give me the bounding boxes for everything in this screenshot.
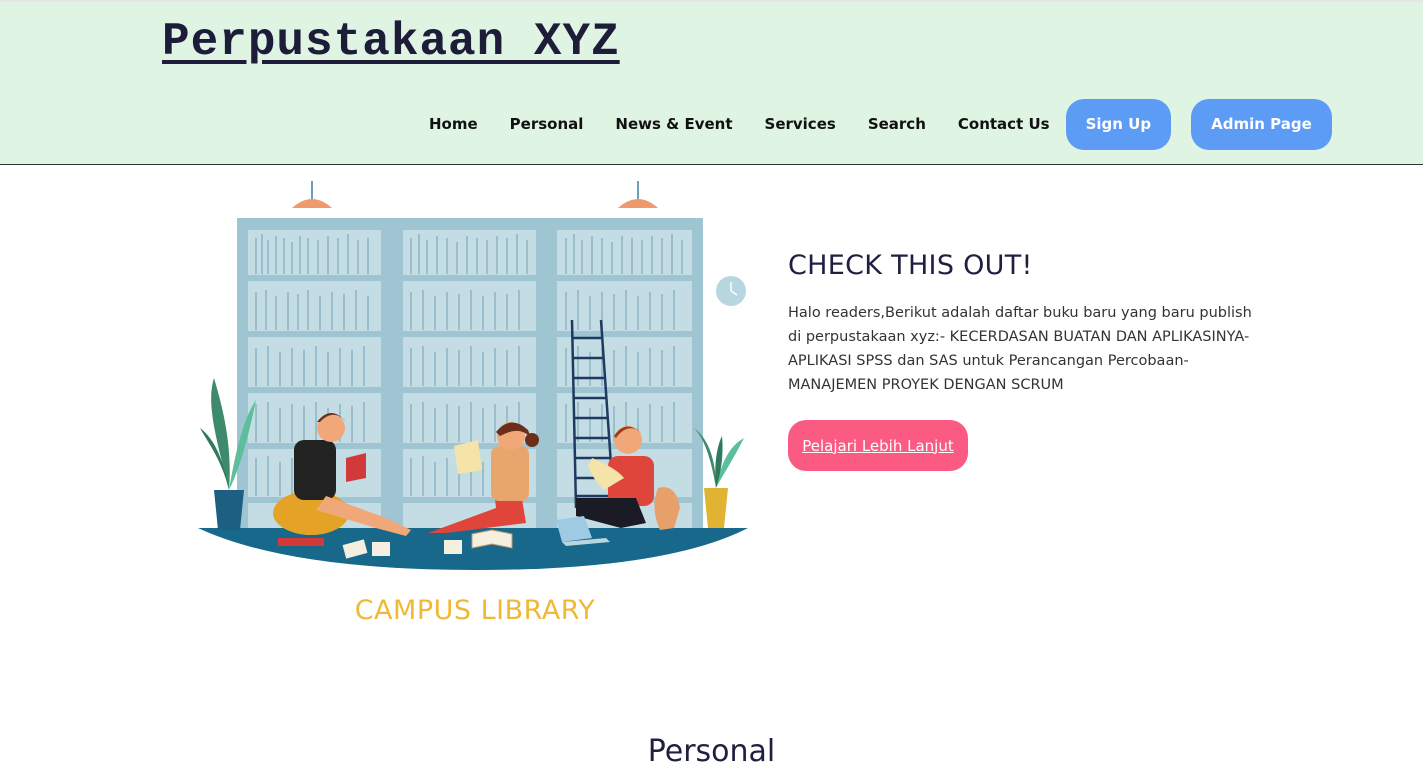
nav-personal[interactable]: Personal (494, 115, 600, 133)
personal-section-title: Personal (647, 734, 776, 769)
sign-up-button[interactable]: Sign Up (1065, 98, 1172, 150)
hero-content: CHECK THIS OUT! Halo readers,Berikut ada… (788, 250, 1268, 397)
learn-more-button[interactable]: Pelajari Lebih Lanjut (788, 420, 968, 471)
nav-search[interactable]: Search (852, 115, 942, 133)
hero-title: CHECK THIS OUT! (788, 250, 1033, 281)
main-nav: Home Personal News & Event Services Sear… (413, 98, 1332, 150)
illustration-caption: CAMPUS LIBRARY (355, 595, 596, 626)
wall-clock-icon (716, 276, 746, 306)
nav-services[interactable]: Services (749, 115, 852, 133)
nav-home[interactable]: Home (413, 115, 494, 133)
nav-contact-us[interactable]: Contact Us (942, 115, 1066, 133)
nav-news-event[interactable]: News & Event (599, 115, 748, 133)
ceiling-lamp-left-icon (292, 181, 332, 208)
site-brand[interactable]: Perpustakaan XYZ (162, 16, 620, 68)
admin-page-button[interactable]: Admin Page (1191, 98, 1332, 150)
ceiling-lamp-right-icon (618, 181, 658, 208)
campus-library-illustration: CAMPUS LIBRARY (198, 181, 748, 626)
hero-description: Halo readers,Berikut adalah daftar buku … (788, 305, 1252, 393)
site-header: Perpustakaan XYZ Home Personal News & Ev… (0, 0, 1423, 165)
